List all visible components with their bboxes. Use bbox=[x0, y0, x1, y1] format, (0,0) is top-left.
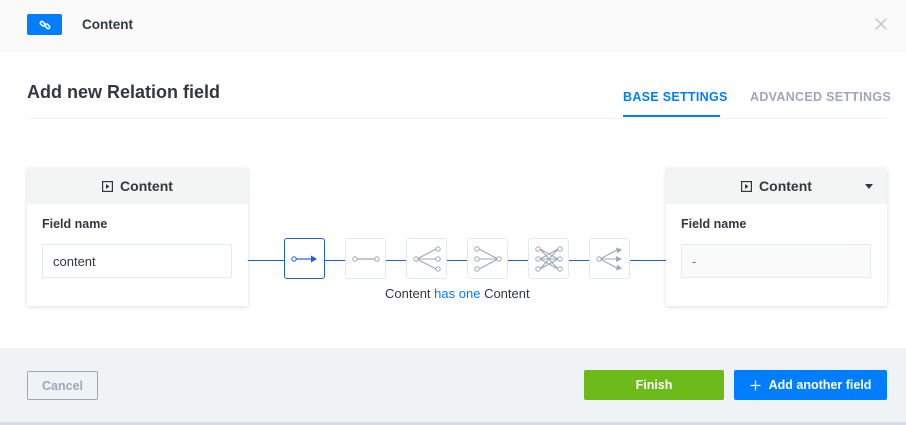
left-field-name-input[interactable] bbox=[42, 244, 232, 278]
modal-header: Content bbox=[0, 0, 906, 52]
one-to-many-icon bbox=[412, 245, 442, 273]
relation-many-to-one-button[interactable] bbox=[467, 238, 508, 279]
relation-left-name: Content bbox=[385, 286, 431, 301]
has-one-icon bbox=[290, 252, 319, 266]
modal-title: Add new Relation field bbox=[27, 82, 221, 102]
relation-description: Content has one Content bbox=[385, 286, 530, 301]
link-icon bbox=[39, 19, 51, 31]
active-tab-indicator bbox=[623, 115, 720, 117]
finish-button[interactable]: Finish bbox=[584, 370, 724, 400]
right-card-header[interactable]: Content bbox=[666, 168, 887, 204]
relation-badge bbox=[27, 14, 62, 35]
left-content-type-name: Content bbox=[120, 178, 173, 194]
relation-one-to-one-button[interactable] bbox=[345, 238, 386, 279]
right-content-type-name: Content bbox=[759, 178, 812, 194]
has-many-icon bbox=[595, 245, 625, 273]
many-to-many-icon bbox=[534, 245, 564, 273]
many-to-one-icon bbox=[473, 245, 503, 273]
relation-type-text: has one bbox=[434, 286, 481, 301]
left-field-label: Field name bbox=[42, 217, 108, 231]
plus-icon bbox=[750, 380, 761, 391]
add-another-field-button[interactable]: Add another field bbox=[734, 370, 887, 400]
cancel-button[interactable]: Cancel bbox=[27, 371, 98, 400]
caret-down-icon[interactable] bbox=[865, 184, 873, 189]
tab-base-settings[interactable]: BASE SETTINGS bbox=[623, 90, 728, 104]
relation-right-name: Content bbox=[484, 286, 530, 301]
left-content-type-card: Content Field name bbox=[27, 168, 248, 306]
tab-advanced-settings[interactable]: ADVANCED SETTINGS bbox=[750, 90, 891, 104]
right-field-name-input bbox=[681, 244, 871, 278]
title-divider bbox=[27, 118, 887, 119]
one-to-one-icon bbox=[351, 252, 380, 266]
content-type-icon bbox=[102, 180, 114, 192]
content-type-icon bbox=[741, 180, 753, 192]
right-field-label: Field name bbox=[681, 217, 747, 231]
close-icon[interactable] bbox=[872, 15, 890, 33]
left-card-header: Content bbox=[27, 168, 248, 204]
relation-one-to-many-button[interactable] bbox=[406, 238, 447, 279]
add-another-field-label: Add another field bbox=[768, 378, 872, 392]
relation-has-many-button[interactable] bbox=[589, 238, 630, 279]
relation-has-one-button[interactable] bbox=[284, 238, 325, 279]
relation-many-to-many-button[interactable] bbox=[528, 238, 569, 279]
header-title: Content bbox=[82, 17, 133, 32]
right-content-type-card: Content Field name bbox=[666, 168, 887, 306]
